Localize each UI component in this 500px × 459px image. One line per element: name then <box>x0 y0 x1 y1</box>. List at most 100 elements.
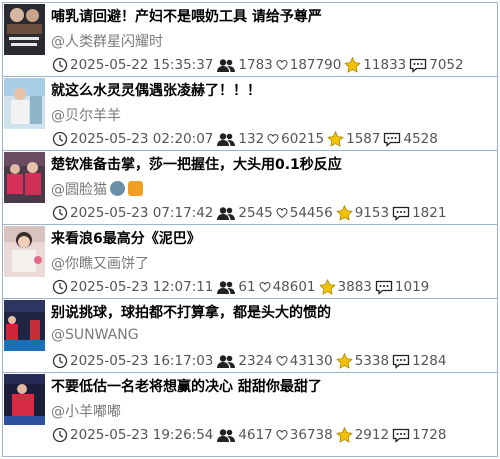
users-icon <box>216 132 236 147</box>
post-author[interactable]: @你瞧又画饼了 <box>51 253 149 273</box>
heart-icon[interactable] <box>276 355 288 367</box>
post-title[interactable]: 不要低估一名老将想赢的决心 甜甜你最甜了 <box>51 376 322 396</box>
post-meta: 2025-05-22 15:35:37 1783 187790 11833 70… <box>52 57 464 73</box>
heart-icon[interactable] <box>267 133 279 145</box>
post-likes-count: 48601 <box>272 279 316 295</box>
post-card[interactable]: 来看浪6最高分《泥巴》 @你瞧又画饼了 2025-05-23 12:07:11 … <box>3 225 497 299</box>
heart-icon[interactable] <box>276 207 288 219</box>
post-users-count: 2324 <box>238 353 273 369</box>
post-card[interactable]: 就这么水灵灵偶遇张凌赫了！！！ @贝尔羊羊 2025-05-23 02:20:0… <box>3 77 497 151</box>
post-title[interactable]: 哺乳请回避！产妇不是喂奶工具 请给予尊严 <box>51 6 322 26</box>
author-name[interactable]: @SUNWANG <box>51 327 139 343</box>
post-title[interactable]: 楚钦准备击掌，莎一把握住，大头用0.1秒反应 <box>51 154 342 174</box>
heart-icon[interactable] <box>276 429 288 441</box>
post-card[interactable]: 别说挑球，球拍都不打算拿，都是头大的惯的 @SUNWANG 2025-05-23… <box>3 299 497 373</box>
clock-icon <box>52 279 68 295</box>
clock-icon <box>52 131 68 147</box>
post-stars-count: 2912 <box>354 427 390 443</box>
post-meta: 2025-05-23 07:17:42 2545 54456 9153 1821 <box>52 205 446 221</box>
users-icon <box>216 280 236 295</box>
post-thumbnail[interactable] <box>4 78 45 129</box>
comment-icon[interactable] <box>392 354 410 369</box>
comment-icon[interactable] <box>392 206 410 221</box>
post-stars-count: 3883 <box>337 279 372 295</box>
post-users-count: 61 <box>238 279 256 295</box>
post-time: 2025-05-23 07:17:42 <box>70 205 214 221</box>
author-name[interactable]: @小羊嘟嘟 <box>51 404 121 420</box>
post-stars-count: 11833 <box>363 57 407 73</box>
post-thumbnail[interactable] <box>4 4 45 55</box>
post-likes-count: 43130 <box>289 353 333 369</box>
post-author[interactable]: @贝尔羊羊 <box>51 105 121 125</box>
clock-icon <box>52 353 68 369</box>
star-icon[interactable] <box>335 353 353 369</box>
post-time: 2025-05-23 16:17:03 <box>70 353 214 369</box>
comment-icon[interactable] <box>409 58 427 73</box>
post-stars-count: 5338 <box>354 353 390 369</box>
post-title[interactable]: 来看浪6最高分《泥巴》 <box>51 228 201 248</box>
post-likes-count: 187790 <box>289 57 342 73</box>
author-name[interactable]: @圆脸猫 <box>51 182 107 198</box>
post-title[interactable]: 别说挑球，球拍都不打算拿，都是头大的惯的 <box>51 302 331 322</box>
author-name[interactable]: @人类群星闪耀时 <box>51 34 163 50</box>
heart-icon[interactable] <box>259 281 271 293</box>
post-list: 哺乳请回避！产妇不是喂奶工具 请给予尊严 @人类群星闪耀时 2025-05-22… <box>3 3 497 447</box>
star-icon[interactable] <box>318 279 336 295</box>
author-name[interactable]: @贝尔羊羊 <box>51 108 121 124</box>
post-comments-count: 1019 <box>394 279 430 295</box>
post-card[interactable]: 不要低估一名老将想赢的决心 甜甜你最甜了 @小羊嘟嘟 2025-05-23 19… <box>3 373 497 447</box>
users-icon <box>216 428 236 443</box>
star-icon[interactable] <box>335 205 353 221</box>
post-likes-count: 60215 <box>281 131 325 147</box>
star-icon[interactable] <box>335 427 353 443</box>
star-icon[interactable] <box>327 131 344 147</box>
post-author[interactable]: @小羊嘟嘟 <box>51 401 121 421</box>
post-thumbnail[interactable] <box>4 374 45 425</box>
users-icon <box>216 354 236 369</box>
author-name[interactable]: @你瞧又画饼了 <box>51 256 149 272</box>
clock-icon <box>52 57 68 73</box>
post-author[interactable]: @圆脸猫 <box>51 179 143 199</box>
feed-panel: 哺乳请回避！产妇不是喂奶工具 请给予尊严 @人类群星闪耀时 2025-05-22… <box>2 2 498 457</box>
tiger-emoji-icon <box>128 181 143 196</box>
post-likes-count: 54456 <box>289 205 333 221</box>
post-users-count: 132 <box>238 131 265 147</box>
post-comments-count: 7052 <box>429 57 464 73</box>
users-icon <box>216 58 236 73</box>
post-thumbnail[interactable] <box>4 226 45 277</box>
shark-emoji-icon <box>110 181 125 196</box>
star-icon[interactable] <box>344 57 362 73</box>
post-meta: 2025-05-23 16:17:03 2324 43130 5338 1284 <box>52 353 446 369</box>
post-time: 2025-05-23 02:20:07 <box>70 131 214 147</box>
post-comments-count: 1821 <box>412 205 447 221</box>
post-card[interactable]: 楚钦准备击掌，莎一把握住，大头用0.1秒反应 @圆脸猫 2025-05-23 0… <box>3 151 497 225</box>
users-icon <box>216 206 236 221</box>
post-stars-count: 1587 <box>346 131 381 147</box>
post-time: 2025-05-23 12:07:11 <box>70 279 214 295</box>
clock-icon <box>52 205 68 221</box>
post-likes-count: 36738 <box>289 427 333 443</box>
clock-icon <box>52 427 68 443</box>
post-stars-count: 9153 <box>354 205 390 221</box>
post-thumbnail[interactable] <box>4 152 45 203</box>
post-comments-count: 1728 <box>412 427 447 443</box>
post-author[interactable]: @人类群星闪耀时 <box>51 31 163 51</box>
heart-icon[interactable] <box>276 59 288 71</box>
post-time: 2025-05-23 19:26:54 <box>70 427 214 443</box>
post-users-count: 1783 <box>238 57 273 73</box>
comment-icon[interactable] <box>375 280 393 295</box>
post-comments-count: 1284 <box>412 353 447 369</box>
comment-icon[interactable] <box>383 132 401 147</box>
post-title[interactable]: 就这么水灵灵偶遇张凌赫了！！！ <box>51 80 261 100</box>
post-meta: 2025-05-23 12:07:11 61 48601 3883 1019 <box>52 279 429 295</box>
comment-icon[interactable] <box>392 428 410 443</box>
post-time: 2025-05-22 15:35:37 <box>70 57 214 73</box>
post-meta: 2025-05-23 02:20:07 132 60215 1587 4528 <box>52 131 438 147</box>
post-users-count: 2545 <box>238 205 273 221</box>
post-meta: 2025-05-23 19:26:54 4617 36738 2912 1728 <box>52 427 446 443</box>
post-thumbnail[interactable] <box>4 300 45 351</box>
post-card[interactable]: 哺乳请回避！产妇不是喂奶工具 请给予尊严 @人类群星闪耀时 2025-05-22… <box>3 3 497 77</box>
post-author[interactable]: @SUNWANG <box>51 327 139 343</box>
post-users-count: 4617 <box>238 427 273 443</box>
post-comments-count: 4528 <box>403 131 438 147</box>
